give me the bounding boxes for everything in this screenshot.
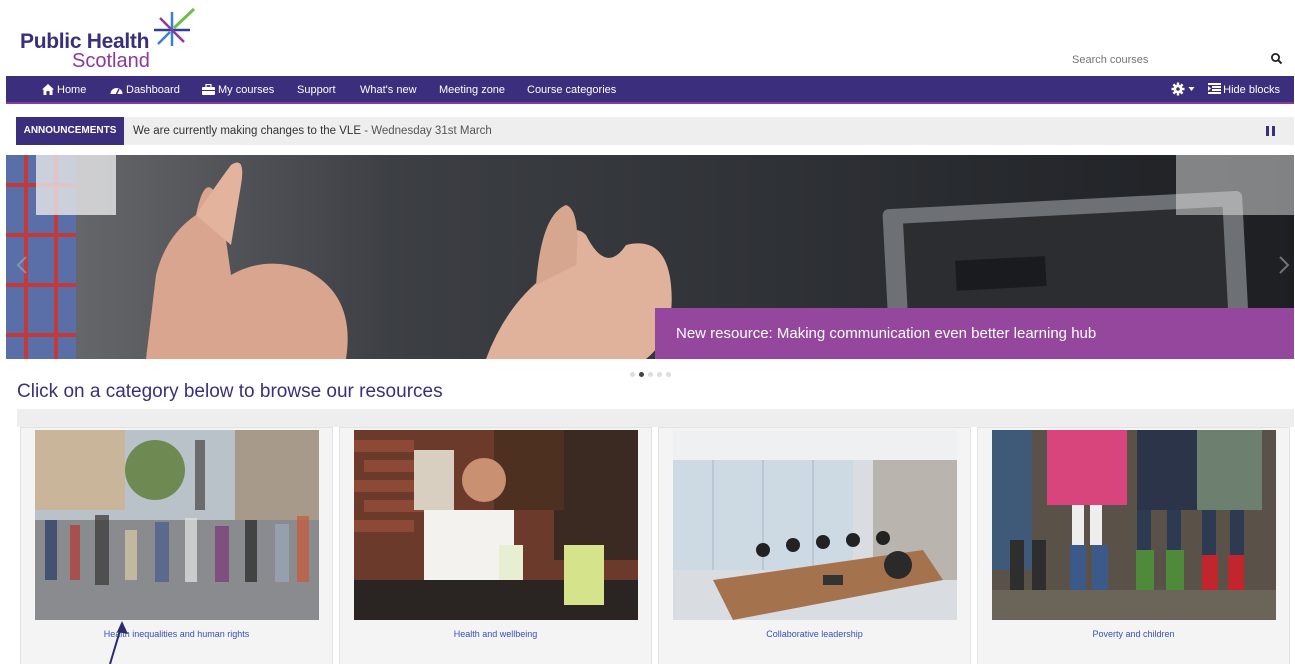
section-divider [17, 409, 1294, 427]
announcement-message[interactable]: We are currently making changes to the V… [133, 117, 492, 145]
nav-support-label: Support [297, 84, 336, 96]
nav-dashboard-label: Dashboard [126, 84, 180, 96]
nav-course-categories-label: Course categories [527, 84, 617, 96]
nav-home[interactable]: Home [42, 76, 86, 104]
category-card[interactable]: Health inequalities and human rights [20, 427, 333, 664]
nav-whats-new-label: What's new [360, 84, 417, 96]
announcements-bar: ANNOUNCEMENTS We are currently making ch… [16, 117, 1294, 145]
gear-icon [1171, 82, 1185, 96]
caret-down-icon [1188, 87, 1195, 91]
nav-meeting-zone-label: Meeting zone [439, 84, 506, 96]
carousel-dot[interactable] [648, 372, 653, 377]
category-card[interactable]: Poverty and children [977, 427, 1290, 664]
nav-my-courses[interactable]: My courses [202, 76, 274, 104]
pause-icon[interactable] [1266, 126, 1276, 136]
category-label[interactable]: Poverty and children [978, 629, 1289, 639]
category-image[interactable] [354, 430, 638, 620]
search-input[interactable] [1064, 54, 1244, 66]
carousel-prev-icon[interactable] [16, 255, 28, 275]
search-box [1064, 50, 1284, 70]
home-icon [42, 84, 54, 95]
page-title: Click on a category below to browse our … [17, 381, 443, 402]
dashboard-icon [110, 88, 123, 95]
search-icon[interactable] [1270, 52, 1284, 66]
carousel-caption[interactable]: New resource: Making communication even … [655, 308, 1294, 359]
logo-line2: Scotland [72, 50, 150, 72]
settings-menu[interactable] [1171, 82, 1198, 96]
category-label[interactable]: Health and wellbeing [340, 629, 651, 639]
nav-whats-new[interactable]: What's new [360, 76, 417, 104]
list-icon [1208, 83, 1222, 94]
category-label[interactable]: Collaborative leadership [659, 629, 970, 639]
carousel-next-icon[interactable] [1278, 255, 1290, 275]
carousel-dot[interactable] [666, 372, 671, 377]
nav-course-categories[interactable]: Course categories [527, 76, 616, 104]
nav-home-label: Home [57, 84, 87, 96]
carousel-dot-active[interactable] [639, 372, 644, 377]
category-image[interactable] [673, 430, 957, 620]
hide-blocks-label: Hide blocks [1223, 84, 1280, 96]
nav-dashboard[interactable]: Dashboard [110, 76, 180, 104]
category-card[interactable]: Health and wellbeing [339, 427, 652, 664]
carousel-indicators [630, 364, 675, 377]
category-image[interactable] [35, 430, 319, 620]
hero-carousel: New resource: Making communication even … [6, 155, 1294, 359]
category-image[interactable] [992, 430, 1276, 620]
carousel-dot[interactable] [630, 372, 635, 377]
announcement-headline[interactable]: We are currently making changes to the V… [133, 125, 361, 137]
announcement-date: - Wednesday 31st March [361, 125, 492, 137]
category-card[interactable]: Collaborative leadership [658, 427, 971, 664]
site-logo[interactable]: Public Health Scotland [20, 8, 200, 74]
hide-blocks-button[interactable]: Hide blocks [1208, 83, 1280, 96]
nav-my-courses-label: My courses [218, 84, 275, 96]
main-nav: Home Dashboard My courses Support What's… [6, 76, 1294, 104]
nav-right-tools: Hide blocks [1171, 76, 1280, 104]
nav-meeting-zone[interactable]: Meeting zone [439, 76, 505, 104]
page: Public Health Scotland Home Dashboard My… [0, 0, 1295, 664]
category-label[interactable]: Health inequalities and human rights [21, 629, 332, 639]
announcements-tag: ANNOUNCEMENTS [16, 117, 124, 145]
mouse-pointer-icon [109, 621, 128, 664]
carousel-dot[interactable] [657, 372, 662, 377]
nav-support[interactable]: Support [297, 76, 336, 104]
briefcase-icon [202, 83, 215, 95]
logo-star-icon [154, 8, 196, 46]
